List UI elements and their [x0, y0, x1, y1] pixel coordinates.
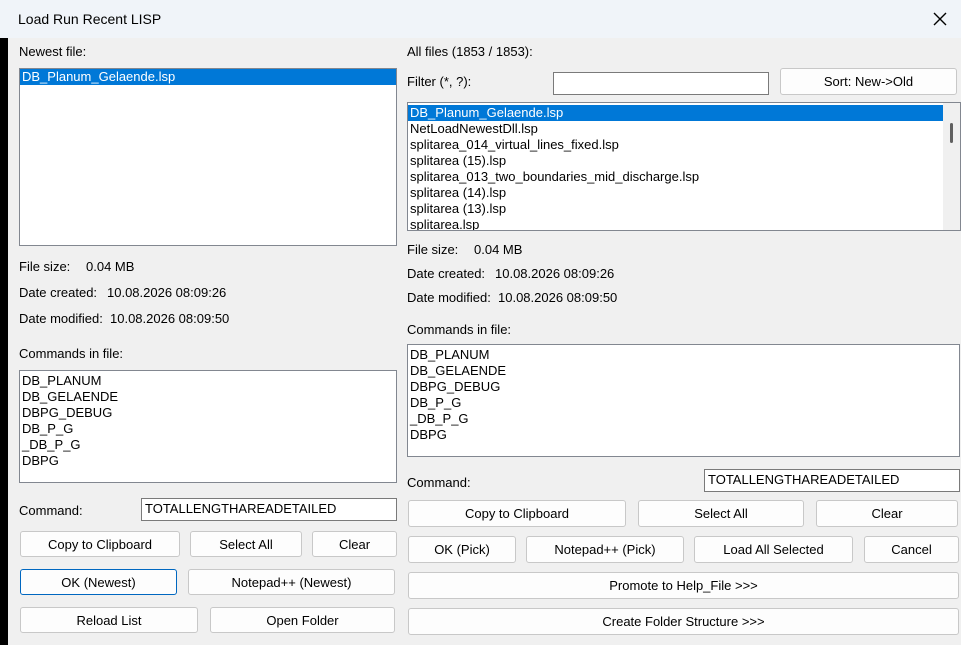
list-item[interactable]: splitarea_014_virtual_lines_fixed.lsp [408, 137, 960, 153]
create-folder-structure-button[interactable]: Create Folder Structure >>> [408, 608, 959, 635]
cancel-button[interactable]: Cancel [864, 536, 959, 563]
left-command-input[interactable]: TOTALLENGTHAREADETAILED [141, 498, 397, 521]
left-date-modified-label: Date modified: [19, 311, 103, 326]
left-file-size-value: 0.04 MB [86, 259, 135, 274]
open-folder-button[interactable]: Open Folder [210, 607, 395, 633]
list-item[interactable]: DB_PLANUM [408, 347, 959, 363]
sort-button[interactable]: Sort: New->Old [780, 68, 957, 95]
list-item[interactable]: splitarea (15).lsp [408, 153, 960, 169]
window-title: Load Run Recent LISP [18, 11, 162, 27]
scrollbar-thumb[interactable] [950, 123, 953, 143]
title-bar: Load Run Recent LISP [0, 0, 961, 38]
filter-label: Filter (*, ?): [407, 74, 472, 89]
all-files-label: All files (1853 / 1853): [407, 44, 533, 59]
left-date-modified-value: 10.08.2026 08:09:50 [110, 311, 230, 326]
list-item[interactable]: DB_P_G [408, 395, 959, 411]
list-item[interactable]: splitarea.lsp [408, 217, 960, 230]
list-item[interactable]: splitarea_013_two_boundaries_mid_dischar… [408, 169, 960, 185]
notepad-pick-button[interactable]: Notepad++ (Pick) [526, 536, 684, 563]
list-item[interactable]: _DB_P_G [408, 411, 959, 427]
newest-file-list[interactable]: DB_Planum_Gelaende.lsp [19, 68, 397, 246]
load-all-selected-button[interactable]: Load All Selected [694, 536, 853, 563]
right-file-size-label: File size: [407, 242, 459, 257]
list-item[interactable]: NetLoadNewestDll.lsp [408, 121, 960, 137]
right-date-modified-value: 10.08.2026 08:09:50 [498, 290, 618, 305]
ok-pick-button[interactable]: OK (Pick) [408, 536, 516, 563]
all-files-scrollbar[interactable] [943, 103, 960, 230]
promote-to-help-file-button[interactable]: Promote to Help_File >>> [408, 572, 959, 599]
list-item[interactable]: DB_Planum_Gelaende.lsp [408, 105, 960, 121]
reload-list-button[interactable]: Reload List [20, 607, 198, 633]
list-item[interactable]: DB_GELAENDE [20, 389, 396, 405]
close-button[interactable] [925, 4, 955, 34]
left-date-created-label: Date created: [19, 285, 98, 300]
list-item[interactable]: DBPG [408, 427, 959, 443]
right-date-created-value: 10.08.2026 08:09:26 [495, 266, 615, 281]
right-date-created-label: Date created: [407, 266, 486, 281]
list-item[interactable]: DB_P_G [20, 421, 396, 437]
close-icon [933, 12, 947, 26]
right-select-all-button[interactable]: Select All [638, 500, 804, 527]
list-item[interactable]: DBPG_DEBUG [408, 379, 959, 395]
newest-file-label: Newest file: [19, 44, 87, 59]
notepad-newest-button[interactable]: Notepad++ (Newest) [188, 569, 395, 595]
list-item[interactable]: DB_PLANUM [20, 373, 396, 389]
right-file-size-value: 0.04 MB [474, 242, 523, 257]
right-command-input[interactable]: TOTALLENGTHAREADETAILED [704, 469, 960, 492]
right-copy-to-clipboard-button[interactable]: Copy to Clipboard [408, 500, 626, 527]
left-edge-strip [0, 38, 8, 645]
right-command-label: Command: [407, 475, 471, 490]
filter-input[interactable] [553, 72, 769, 95]
left-clear-button[interactable]: Clear [312, 531, 397, 557]
left-file-size-label: File size: [19, 259, 71, 274]
list-item[interactable]: DBPG [20, 453, 396, 469]
right-clear-button[interactable]: Clear [816, 500, 958, 527]
list-item[interactable]: _DB_P_G [20, 437, 396, 453]
left-commands-label: Commands in file: [19, 346, 124, 361]
list-item[interactable]: DB_Planum_Gelaende.lsp [20, 69, 396, 85]
all-files-list[interactable]: DB_Planum_Gelaende.lsp NetLoadNewestDll.l… [407, 102, 961, 231]
list-item[interactable]: DBPG_DEBUG [20, 405, 396, 421]
list-item[interactable]: splitarea (14).lsp [408, 185, 960, 201]
list-item[interactable]: splitarea (13).lsp [408, 201, 960, 217]
right-date-modified-label: Date modified: [407, 290, 491, 305]
list-item[interactable]: DB_GELAENDE [408, 363, 959, 379]
right-commands-label: Commands in file: [407, 322, 512, 337]
left-select-all-button[interactable]: Select All [190, 531, 302, 557]
ok-newest-button[interactable]: OK (Newest) [20, 569, 177, 595]
left-date-created-value: 10.08.2026 08:09:26 [107, 285, 227, 300]
left-command-label: Command: [19, 503, 83, 518]
left-copy-to-clipboard-button[interactable]: Copy to Clipboard [20, 531, 180, 557]
right-commands-list[interactable]: DB_PLANUM DB_GELAENDE DBPG_DEBUG DB_P_G _DB_… [407, 344, 960, 457]
left-commands-list[interactable]: DB_PLANUM DB_GELAENDE DBPG_DEBUG DB_P_G _DB_… [19, 370, 397, 483]
